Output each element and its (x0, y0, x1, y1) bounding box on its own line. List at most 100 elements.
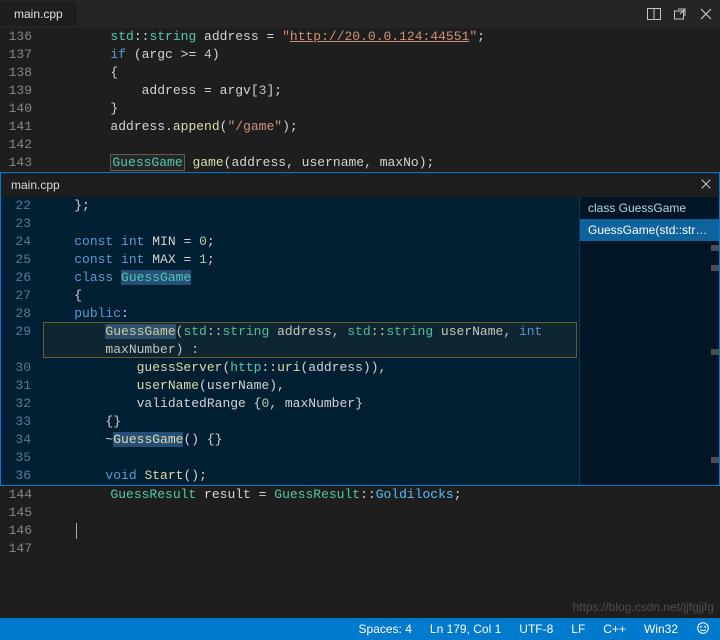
status-bar: Spaces: 4 Ln 179, Col 1 UTF-8 LF C++ Win… (0, 618, 720, 640)
editor-tabbar: main.cpp (0, 0, 720, 28)
code-line: 142 (0, 136, 720, 154)
code-content: GuessGame game(address, username, maxNo)… (48, 154, 720, 172)
code-content: public: (43, 305, 579, 323)
status-eol[interactable]: LF (571, 622, 585, 636)
code-content: }; (43, 197, 579, 215)
code-line: 35 (1, 449, 579, 467)
line-number: 137 (0, 46, 48, 64)
export-icon[interactable] (672, 6, 688, 22)
status-target[interactable]: Win32 (644, 622, 678, 636)
code-line: 33 {} (1, 413, 579, 431)
peek-definition-panel: main.cpp 22 };2324 const int MIN = 0;25 … (0, 172, 720, 486)
code-content: void Start(); (43, 467, 579, 485)
code-content (48, 136, 720, 154)
feedback-icon[interactable] (696, 621, 710, 638)
line-number: 143 (0, 154, 48, 172)
line-number: 33 (1, 413, 43, 431)
code-content (43, 215, 579, 233)
line-number: 140 (0, 100, 48, 118)
code-content: validatedRange {0, maxNumber} (43, 395, 579, 413)
line-number: 28 (1, 305, 43, 323)
code-line: 147 (0, 540, 720, 558)
code-line: 139 address = argv[3]; (0, 82, 720, 100)
code-content: std::string address = "http://20.0.0.124… (48, 28, 720, 46)
code-content: address = argv[3]; (48, 82, 720, 100)
line-number: 27 (1, 287, 43, 305)
line-number: 30 (1, 359, 43, 377)
status-encoding[interactable]: UTF-8 (519, 622, 553, 636)
code-content (43, 449, 579, 467)
text-cursor (76, 523, 77, 539)
status-language[interactable]: C++ (603, 622, 626, 636)
status-spaces[interactable]: Spaces: 4 (359, 622, 412, 636)
code-line: 145 (0, 504, 720, 522)
code-content: address.append("/game"); (48, 118, 720, 136)
code-line: 141 address.append("/game"); (0, 118, 720, 136)
line-number: 24 (1, 233, 43, 251)
line-number: 22 (1, 197, 43, 215)
peek-code[interactable]: 22 };2324 const int MIN = 0;25 const int… (1, 197, 579, 485)
line-number: 23 (1, 215, 43, 233)
overview-ruler-mark (711, 245, 719, 251)
peek-reference-item[interactable]: class GuessGame (580, 197, 719, 219)
code-line: 36 void Start(); (1, 467, 579, 485)
code-line: 22 }; (1, 197, 579, 215)
overview-ruler-mark (711, 265, 719, 271)
code-line: 138 { (0, 64, 720, 82)
code-content: GuessResult result = GuessResult::Goldil… (48, 486, 720, 504)
line-number: 136 (0, 28, 48, 46)
close-icon[interactable] (698, 6, 714, 22)
code-content: if (argc >= 4) (48, 46, 720, 64)
code-line: 136 std::string address = "http://20.0.0… (0, 28, 720, 46)
code-content: const int MAX = 1; (43, 251, 579, 269)
line-number: 141 (0, 118, 48, 136)
line-number: 35 (1, 449, 43, 467)
code-line: 32 validatedRange {0, maxNumber} (1, 395, 579, 413)
overview-ruler-mark (711, 457, 719, 463)
code-content: GuessGame(std::string address, std::stri… (43, 323, 579, 341)
code-content: } (48, 100, 720, 118)
line-number: 147 (0, 540, 48, 558)
line-number: 142 (0, 136, 48, 154)
code-content: {} (43, 413, 579, 431)
code-content (48, 522, 720, 540)
code-line: 26 class GuessGame (1, 269, 579, 287)
code-line: 24 const int MIN = 0; (1, 233, 579, 251)
line-number: 139 (0, 82, 48, 100)
code-line: 31 userName(userName), (1, 377, 579, 395)
editor-top[interactable]: 136 std::string address = "http://20.0.0… (0, 28, 720, 172)
tab-actions (646, 6, 714, 22)
code-content: { (48, 64, 720, 82)
code-line: 29 GuessGame(std::string address, std::s… (1, 323, 579, 341)
line-number: 138 (0, 64, 48, 82)
line-number: 25 (1, 251, 43, 269)
peek-reference-item[interactable]: GuessGame(std::str… (580, 219, 719, 241)
tab-main-cpp[interactable]: main.cpp (0, 2, 77, 26)
line-number: 144 (0, 486, 48, 504)
line-number: 36 (1, 467, 43, 485)
line-number: 26 (1, 269, 43, 287)
line-number: 29 (1, 323, 43, 341)
code-content: const int MIN = 0; (43, 233, 579, 251)
code-content: { (43, 287, 579, 305)
code-content: guessServer(http::uri(address)), (43, 359, 579, 377)
line-number (1, 341, 43, 359)
line-number: 31 (1, 377, 43, 395)
code-content (48, 540, 720, 558)
code-content: ~GuessGame() {} (43, 431, 579, 449)
split-horizontal-icon[interactable] (646, 6, 662, 22)
close-icon[interactable] (699, 177, 713, 194)
peek-header: main.cpp (1, 173, 719, 197)
editor-bottom[interactable]: 144 GuessResult result = GuessResult::Go… (0, 486, 720, 558)
peek-reference-list[interactable]: class GuessGameGuessGame(std::str… (579, 197, 719, 485)
code-line: 144 GuessResult result = GuessResult::Go… (0, 486, 720, 504)
line-number: 145 (0, 504, 48, 522)
peek-filename: main.cpp (11, 178, 60, 192)
status-position[interactable]: Ln 179, Col 1 (430, 622, 501, 636)
watermark: https://blog.csdn.net/jjfgjjfg (573, 600, 714, 614)
code-line: maxNumber) : (1, 341, 579, 359)
line-number: 146 (0, 522, 48, 540)
code-content: userName(userName), (43, 377, 579, 395)
code-line: 30 guessServer(http::uri(address)), (1, 359, 579, 377)
code-line: 25 const int MAX = 1; (1, 251, 579, 269)
